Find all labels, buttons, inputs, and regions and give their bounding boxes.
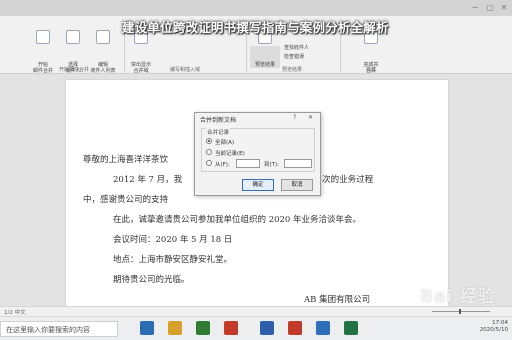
from-input[interactable]: [236, 159, 260, 168]
merge-records-group: 合并记录 全部(A) 当前记录(E) 从(F): 到(T):: [201, 128, 315, 172]
radio-all[interactable]: [206, 138, 212, 144]
doc-line-7: 期待贵公司的光临。: [113, 275, 190, 285]
task-view-icon[interactable]: [140, 321, 154, 335]
edge-icon[interactable]: [196, 321, 210, 335]
page-info: 1/2 中文: [4, 310, 26, 316]
excel-icon[interactable]: [344, 321, 358, 335]
doc-line-5: 会议时间：2020 年 5 月 18 日: [113, 235, 233, 245]
zoom-slider-thumb[interactable]: [459, 309, 461, 314]
doc-line-2-right: 0 次的业务过程: [314, 175, 374, 185]
radio-current-record[interactable]: [206, 149, 212, 155]
clock-date: 2020/5/10: [479, 327, 508, 333]
cancel-button[interactable]: 取消: [281, 179, 313, 191]
preview-menu: 查找收件人 检查错误: [284, 44, 309, 62]
taskbar: 在这里输入你要搜索的内容 17:04 2020/5/10: [0, 316, 512, 340]
dialog-close-icon[interactable]: ✕: [308, 114, 313, 121]
ribbon-group-preview: 预览结果: [281, 67, 302, 73]
ribbon-divider: [246, 34, 247, 72]
to-label: 到(T):: [264, 162, 280, 168]
mail-merge-icon: [36, 30, 50, 44]
zoom-slider-track[interactable]: [432, 311, 490, 312]
doc-line-3: 中，感谢贵公司的支持: [83, 195, 169, 205]
radio-all-label: 全部(A): [215, 140, 235, 146]
app-icon[interactable]: [224, 321, 238, 335]
minimize-icon[interactable]: ─: [470, 3, 480, 12]
article-title: 建设单位跨改证明书撰写指南与案例分析全解析: [122, 20, 389, 35]
status-bar: 1/2 中文: [0, 306, 512, 316]
powerpoint-icon[interactable]: [288, 321, 302, 335]
outlook-icon[interactable]: [316, 321, 330, 335]
dialog-title: 合并到新文档: [200, 117, 237, 124]
ok-button[interactable]: 确定: [242, 179, 274, 191]
search-placeholder: 在这里输入你要搜索的内容: [6, 326, 90, 334]
clock-time: 17:04: [492, 320, 508, 326]
edit-list-icon: [96, 30, 110, 44]
recipients-icon: [66, 30, 80, 44]
watermark: Bai 经验: [420, 287, 497, 307]
radio-from[interactable]: [206, 160, 212, 166]
ribbon-group-finish: 完成: [365, 67, 376, 73]
doc-line-6: 地点：上海市静安区静安礼堂。: [113, 255, 233, 265]
merge-to-new-document-dialog: 合并到新文档 ? ✕ 合并记录 全部(A) 当前记录(E) 从(F): 到(T)…: [194, 112, 321, 196]
preview-results-button[interactable]: 预览结果: [250, 30, 280, 68]
doc-line-2-left: 2012 年 7 月，我: [113, 175, 183, 185]
radio-current-record-label: 当前记录(E): [215, 151, 245, 157]
find-recipient-item[interactable]: 查找收件人: [284, 44, 309, 53]
help-icon[interactable]: ?: [293, 114, 296, 121]
taskbar-search[interactable]: 在这里输入你要搜索的内容: [0, 321, 118, 337]
check-errors-item[interactable]: 检查错误: [284, 53, 309, 62]
ribbon-group-write: 编写和插入域: [169, 67, 200, 73]
close-icon[interactable]: ✕: [499, 3, 509, 12]
merge-records-label: 合并记录: [206, 128, 231, 136]
doc-line-4: 在此，诚挚邀请贵公司参加我单位组织的 2020 年业务洽谈年会。: [113, 215, 362, 225]
window-titlebar: ─ ▢ ✕: [0, 0, 512, 16]
ribbon-divider: [124, 34, 125, 72]
maximize-icon[interactable]: ▢: [485, 3, 495, 12]
ribbon-divider: [340, 34, 341, 72]
clock[interactable]: 17:04 2020/5/10: [480, 320, 508, 334]
to-input[interactable]: [284, 159, 312, 168]
word-icon[interactable]: [260, 321, 274, 335]
radio-from-label: 从(F):: [215, 162, 230, 168]
ribbon-group-start: 开始邮件合并: [58, 67, 89, 73]
doc-signature: AB 集团有限公司: [304, 295, 371, 305]
doc-salutation: 尊敬的上海喜洋洋茶饮: [83, 155, 169, 165]
highlight-merge-fields-label: 突出显示 合并域: [130, 62, 151, 74]
file-explorer-icon[interactable]: [168, 321, 182, 335]
